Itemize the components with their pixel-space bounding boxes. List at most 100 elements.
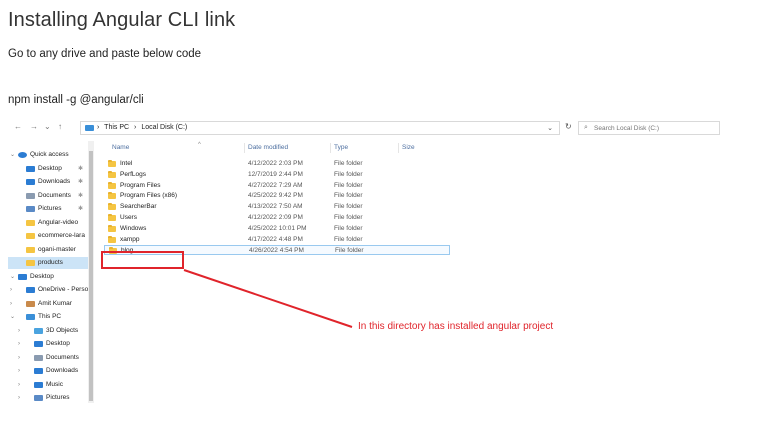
- nav-item[interactable]: Desktop ✱: [8, 163, 88, 175]
- column-header-date[interactable]: Date modified: [248, 144, 288, 151]
- nav-item-label: Quick access: [30, 151, 69, 158]
- table-row[interactable]: PerfLogs 12/7/2019 2:44 PM File folder: [104, 170, 444, 180]
- nav-item[interactable]: Pictures ✱: [8, 203, 88, 215]
- nav-item[interactable]: › 3D Objects: [8, 325, 88, 337]
- file-date-modified: 4/12/2022 2:09 PM: [248, 214, 303, 221]
- breadcrumb-local-disk[interactable]: Local Disk (C:): [141, 124, 187, 131]
- folder-icon: [108, 235, 116, 243]
- column-header-size[interactable]: Size: [402, 144, 415, 151]
- callout-highlight-box: [101, 251, 184, 269]
- music-icon: [34, 381, 43, 388]
- up-icon[interactable]: ↑: [58, 122, 62, 132]
- nav-item-label: Documents: [38, 191, 71, 199]
- nav-item-label: This PC: [38, 313, 62, 320]
- nav-item-label: ogani-master: [38, 245, 76, 253]
- nav-item[interactable]: ⌄ This PC: [8, 311, 88, 323]
- file-name: xampp: [120, 235, 140, 243]
- breadcrumb-separator[interactable]: ›: [134, 124, 136, 131]
- pin-icon: ✱: [78, 206, 84, 212]
- nav-item[interactable]: › Amit Kumar: [8, 298, 88, 310]
- search-input[interactable]: [594, 123, 718, 133]
- refresh-icon[interactable]: ↻: [565, 122, 572, 131]
- nav-item[interactable]: products: [8, 257, 88, 269]
- folder-icon: [108, 181, 116, 189]
- nav-item[interactable]: Downloads ✱: [8, 176, 88, 188]
- search-box[interactable]: ⌕: [578, 121, 720, 135]
- nav-item[interactable]: › Desktop: [8, 338, 88, 350]
- file-name: Windows: [120, 224, 147, 232]
- address-bar[interactable]: › This PC › Local Disk (C:) ⌄: [80, 121, 560, 135]
- chevron-icon[interactable]: ›: [18, 392, 20, 403]
- nav-item[interactable]: Angular-video: [8, 217, 88, 229]
- callout-annotation: In this directory has installed angular …: [358, 321, 554, 332]
- nav-item-label: Angular-video: [38, 218, 79, 226]
- table-row[interactable]: Windows 4/25/2022 10:01 PM File folder: [104, 224, 444, 234]
- chevron-icon[interactable]: ›: [10, 298, 12, 310]
- document-icon: [26, 192, 35, 199]
- chevron-icon[interactable]: ›: [18, 325, 20, 337]
- pc-icon: [26, 314, 35, 320]
- column-header-type[interactable]: Type: [334, 144, 348, 151]
- chevron-icon[interactable]: ›: [18, 338, 20, 350]
- chevron-icon[interactable]: ›: [18, 365, 20, 377]
- file-type: File folder: [334, 224, 363, 232]
- file-name: Program Files (x86): [120, 192, 178, 200]
- chevron-icon[interactable]: ⌄: [10, 149, 15, 161]
- column-divider[interactable]: [398, 143, 399, 153]
- table-row[interactable]: Program Files 4/27/2022 7:29 AM File folde…: [104, 181, 444, 191]
- nav-item[interactable]: › Music: [8, 379, 88, 391]
- nav-item[interactable]: › Documents: [8, 352, 88, 364]
- table-row[interactable]: Program Files (x86) 4/25/2022 9:42 PM File…: [104, 191, 444, 201]
- folder-icon: [108, 214, 116, 221]
- cube-icon: [34, 327, 43, 334]
- file-type: File folder: [334, 160, 363, 167]
- file-type: File folder: [335, 247, 364, 255]
- chevron-down-icon[interactable]: ⌄: [547, 124, 553, 132]
- folder-icon: [108, 203, 116, 211]
- column-divider[interactable]: [244, 143, 245, 153]
- nav-item-label: 3D Objects: [46, 326, 79, 334]
- nav-item[interactable]: ⌄ Desktop: [8, 271, 88, 283]
- nav-item[interactable]: ⌄ Quick access: [8, 149, 88, 161]
- folder-icon: [26, 260, 35, 266]
- table-row[interactable]: xampp 4/17/2022 4:48 PM File folder: [104, 235, 444, 245]
- nav-item[interactable]: › Downloads: [8, 365, 88, 377]
- table-row[interactable]: Intel 4/12/2022 2:03 PM File folder: [104, 159, 444, 169]
- picture-icon: [26, 206, 35, 212]
- nav-item[interactable]: Documents ✱: [8, 190, 88, 202]
- file-type: File folder: [334, 214, 363, 221]
- file-name: Users: [120, 214, 137, 221]
- nav-item-label: Amit Kumar: [38, 299, 72, 307]
- column-divider[interactable]: [330, 143, 331, 153]
- command-text: npm install -g @angular/cli: [8, 94, 144, 106]
- pin-icon: ✱: [78, 179, 84, 185]
- forward-icon[interactable]: →: [30, 122, 38, 132]
- file-date-modified: 12/7/2019 2:44 PM: [248, 170, 303, 178]
- column-header-name[interactable]: Name ^: [112, 142, 201, 151]
- folder-icon: [108, 160, 116, 167]
- nav-item-label: OneDrive - Perso: [38, 286, 88, 293]
- scrollbar-thumb[interactable]: [89, 151, 93, 401]
- chevron-icon[interactable]: ⌄: [10, 311, 15, 323]
- navigation-pane: ⌄ Quick access Desktop ✱ Downloads ✱ Documents…: [8, 141, 88, 403]
- nav-item[interactable]: ogani-master: [8, 244, 88, 256]
- chevron-icon[interactable]: ›: [18, 379, 20, 391]
- desktop-icon: [26, 165, 35, 172]
- sort-caret-icon: ^: [198, 142, 201, 148]
- folder-icon: [108, 170, 116, 178]
- nav-item[interactable]: › Pictures: [8, 392, 88, 403]
- chevron-icon[interactable]: ⌄: [10, 271, 15, 283]
- instruction-text: Go to any drive and paste below code: [8, 48, 202, 60]
- nav-item[interactable]: › OneDrive - Perso: [8, 284, 88, 296]
- chevron-icon[interactable]: ›: [18, 352, 20, 364]
- table-row[interactable]: Users 4/12/2022 2:09 PM File folder: [104, 213, 444, 223]
- user-icon: [26, 300, 35, 307]
- breadcrumb: › This PC › Local Disk (C:): [97, 124, 190, 131]
- chevron-icon[interactable]: ›: [10, 284, 12, 296]
- nav-item[interactable]: ecommerce-lara: [8, 230, 88, 242]
- table-row[interactable]: SearcherBar 4/13/2022 7:50 AM File folder: [104, 202, 444, 212]
- recent-locations-icon[interactable]: ⌄: [44, 122, 51, 132]
- back-icon[interactable]: ←: [14, 122, 22, 132]
- breadcrumb-this-pc[interactable]: This PC: [104, 124, 129, 131]
- nav-item-label: Downloads: [38, 178, 71, 185]
